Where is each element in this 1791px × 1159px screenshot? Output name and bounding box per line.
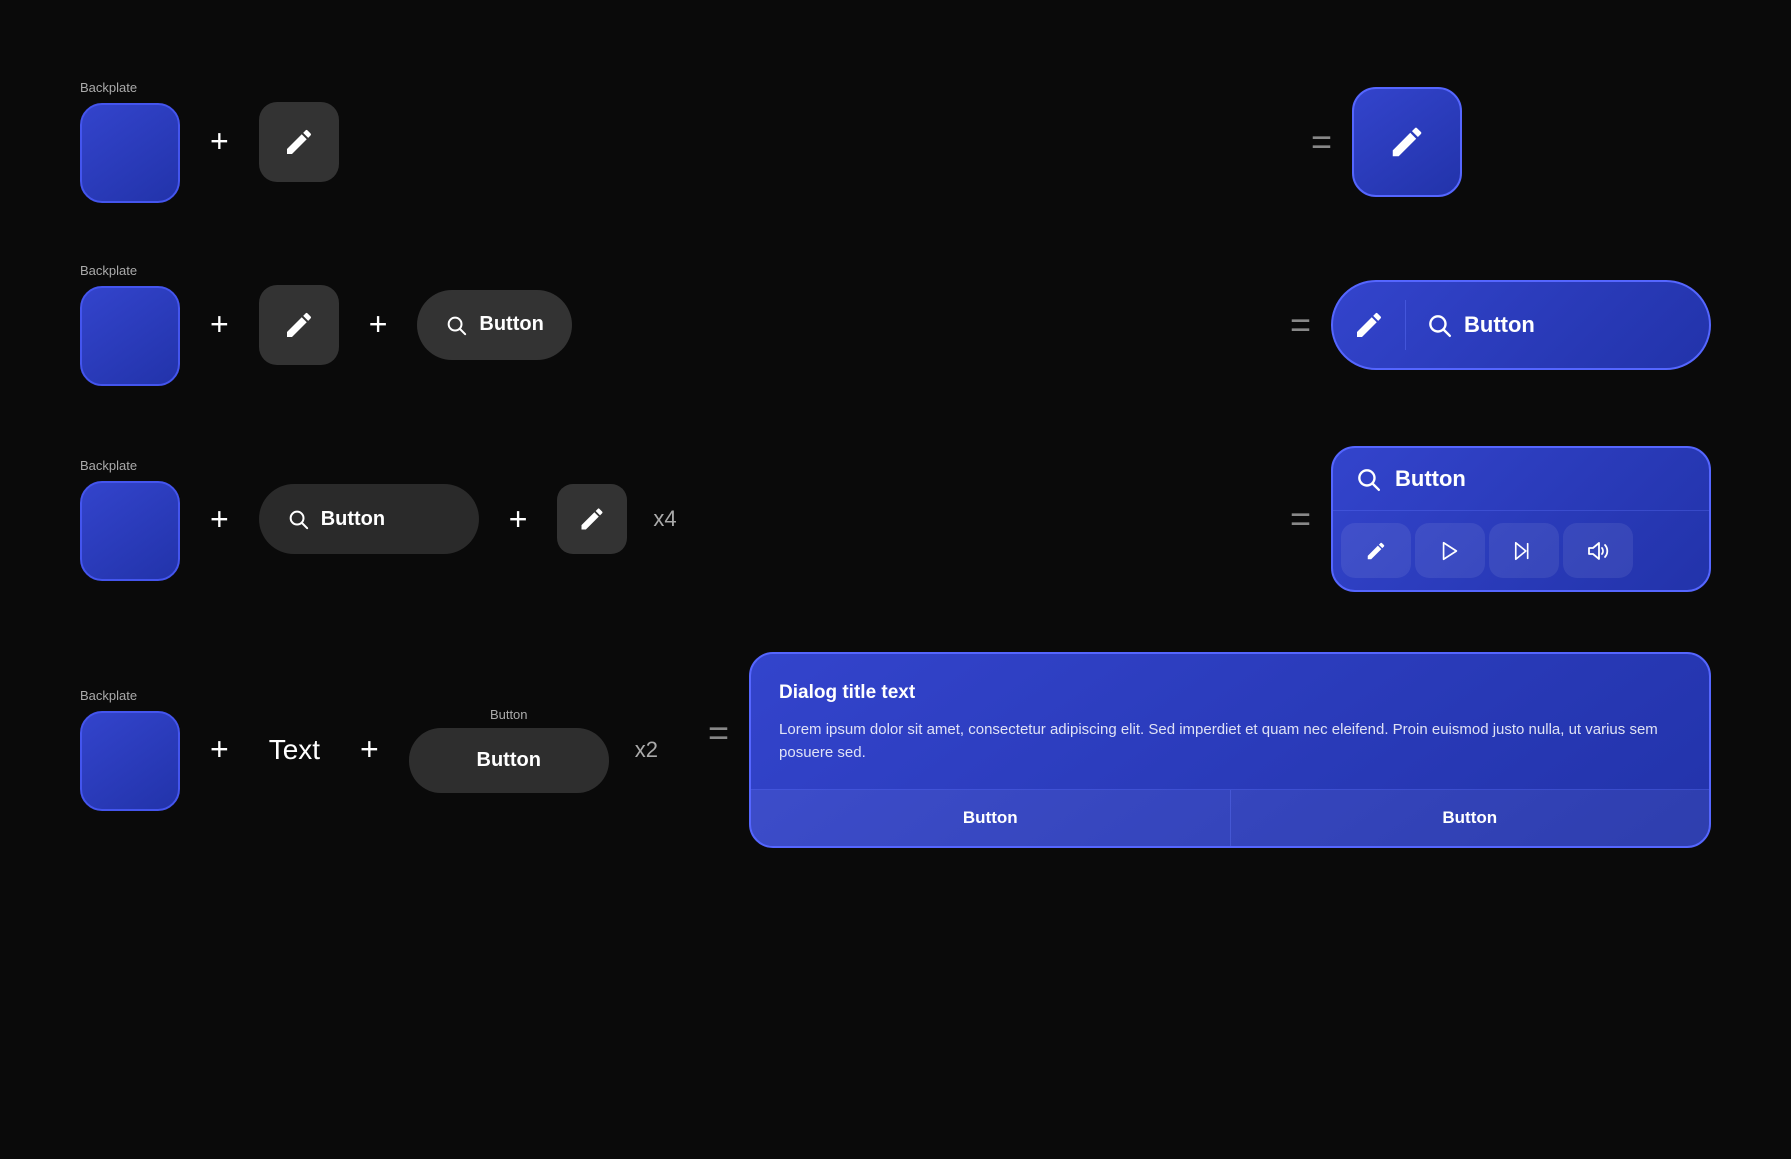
- dialog-title: Dialog title text: [779, 682, 1681, 704]
- row3-button-label: Button: [321, 508, 385, 531]
- result-search-icon: [1426, 312, 1452, 338]
- result3-volume-btn[interactable]: [1563, 523, 1633, 578]
- row2-button-label: Button: [479, 313, 543, 336]
- result3-volume-icon: [1586, 539, 1610, 563]
- row3-button-pill[interactable]: Button: [259, 484, 479, 554]
- dialog-btn2-text: Button: [1442, 808, 1497, 828]
- row3-left: Backplate + Button + x4: [80, 458, 677, 581]
- row1-backplate-label: Backplate: [80, 80, 180, 95]
- row4-backplate-label: Backplate: [80, 688, 180, 703]
- row4-result-dialog: Dialog title text Lorem ipsum dolor sit …: [749, 652, 1711, 848]
- row4-backplate: [80, 711, 180, 811]
- row1-equals: =: [1311, 121, 1332, 163]
- row2-result-section: = Button: [1270, 280, 1711, 370]
- row4-button-text: Button: [477, 749, 541, 772]
- row4-op1: +: [210, 731, 229, 768]
- result3-button-text: Button: [1395, 466, 1466, 492]
- result3-pencil-btn[interactable]: [1341, 523, 1411, 578]
- row3-equals: =: [1290, 498, 1311, 540]
- main-container: Backplate + = Backplate: [0, 0, 1791, 1159]
- row1-op1: +: [210, 123, 229, 160]
- row2-backplate-label: Backplate: [80, 263, 180, 278]
- row2-left: Backplate + + Button: [80, 263, 572, 386]
- dialog-body: Lorem ipsum dolor sit amet, consectetur …: [779, 718, 1681, 765]
- row3-backplate-label: Backplate: [80, 458, 180, 473]
- row-3: Backplate + Button + x4 =: [80, 446, 1711, 592]
- result3-bottom: [1333, 511, 1709, 590]
- row4-result-section: = Dialog title text Lorem ipsum dolor si…: [688, 652, 1711, 848]
- result2-button-text: Button: [1464, 312, 1535, 338]
- row4-op2: +: [360, 731, 379, 768]
- result3-forward-btn[interactable]: [1489, 523, 1559, 578]
- row4-backplate-col: Backplate: [80, 688, 180, 811]
- pencil-icon-3: [578, 505, 606, 533]
- row2-op1: +: [210, 306, 229, 343]
- row1-backplate-col: Backplate: [80, 80, 180, 203]
- result3-play-btn[interactable]: [1415, 523, 1485, 578]
- row4-equals: =: [708, 712, 729, 754]
- dialog-btn1-text: Button: [963, 808, 1018, 828]
- result2-divider: [1405, 300, 1406, 350]
- row3-result-section: = Button: [1270, 446, 1711, 592]
- row1-result-icon-btn[interactable]: [1352, 87, 1462, 197]
- row1-icon-chip[interactable]: [259, 102, 339, 182]
- row2-result-combined[interactable]: Button: [1331, 280, 1711, 370]
- row1-backplate: [80, 103, 180, 203]
- row2-op2: +: [369, 306, 388, 343]
- result-pencil-icon-2: [1353, 309, 1385, 341]
- row3-backplate-col: Backplate: [80, 458, 180, 581]
- dialog-buttons: Button Button: [751, 789, 1709, 846]
- row2-button-pill[interactable]: Button: [417, 290, 571, 360]
- result-pencil-icon: [1388, 123, 1426, 161]
- result3-search-icon: [1355, 466, 1381, 492]
- row2-equals: =: [1290, 304, 1311, 346]
- row3-backplate: [80, 481, 180, 581]
- pencil-icon: [283, 126, 315, 158]
- row4-button-pill[interactable]: Button: [409, 728, 609, 793]
- row4-button-wrapper: Button Button: [409, 707, 609, 793]
- result3-top: Button: [1333, 448, 1709, 511]
- row4-text-label: Text: [269, 734, 320, 766]
- result3-pencil-icon: [1365, 540, 1387, 562]
- pencil-icon-2: [283, 309, 315, 341]
- row3-icon-chip[interactable]: [557, 484, 627, 554]
- result3-forward-icon: [1513, 540, 1535, 562]
- row3-result-combined: Button: [1331, 446, 1711, 592]
- dialog-btn2[interactable]: Button: [1231, 790, 1710, 846]
- row-2: Backplate + + Button =: [80, 263, 1711, 386]
- row1-left: Backplate +: [80, 80, 339, 203]
- row-1: Backplate + =: [80, 80, 1711, 203]
- row2-backplate: [80, 286, 180, 386]
- result3-play-icon: [1439, 540, 1461, 562]
- row4-multiplier: x2: [635, 737, 658, 763]
- search-icon-3: [287, 508, 309, 530]
- row1-result-section: =: [1291, 87, 1711, 197]
- row4-button-label-above: Button: [490, 707, 528, 722]
- row2-icon-chip[interactable]: [259, 285, 339, 365]
- row4-left: Backplate + Text + Button Button x2: [80, 688, 658, 811]
- row3-op1: +: [210, 501, 229, 538]
- row2-backplate-col: Backplate: [80, 263, 180, 386]
- dialog-btn1[interactable]: Button: [751, 790, 1231, 846]
- row3-multiplier: x4: [653, 506, 676, 532]
- search-icon-2: [445, 314, 467, 336]
- row3-op2: +: [509, 501, 528, 538]
- row-4: Backplate + Text + Button Button x2 = Di…: [80, 652, 1711, 848]
- result2-search: Button: [1426, 312, 1535, 338]
